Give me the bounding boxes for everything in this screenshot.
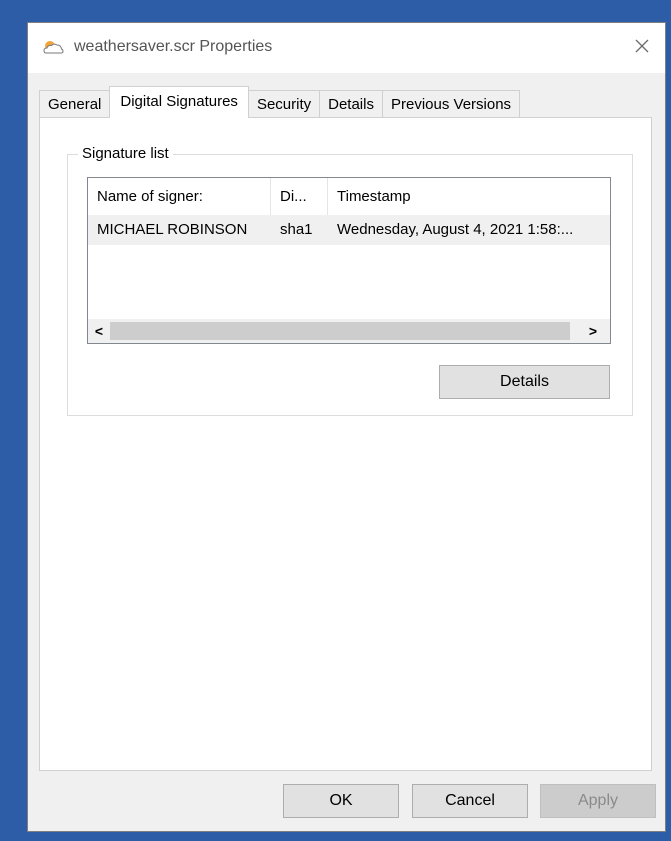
signer-name-cell: MICHAEL ROBINSON <box>97 221 248 238</box>
timestamp-cell: Wednesday, August 4, 2021 1:58:... <box>337 221 574 238</box>
column-header-signer[interactable]: Name of signer: <box>88 178 271 215</box>
weather-cloud-sun-icon <box>42 39 64 55</box>
close-button[interactable] <box>627 33 657 63</box>
signature-list-view[interactable]: Name of signer: Di... Timestamp MICHAEL … <box>87 177 611 344</box>
title-bar: weathersaver.scr Properties <box>28 23 665 73</box>
list-header: Name of signer: Di... Timestamp <box>88 178 610 215</box>
window-title: weathersaver.scr Properties <box>74 38 273 55</box>
tab-general[interactable]: General <box>39 90 111 118</box>
digest-cell: sha1 <box>280 221 313 238</box>
chevron-right-icon: > <box>588 323 598 339</box>
details-button[interactable]: Details <box>439 365 610 399</box>
tab-previous-versions[interactable]: Previous Versions <box>381 90 521 118</box>
signature-list-group: Signature list Name of signer: Di... Tim… <box>67 145 633 416</box>
ok-button[interactable]: OK <box>283 784 399 818</box>
tab-details[interactable]: Details <box>319 90 383 118</box>
scroll-left-button[interactable]: < <box>88 319 110 343</box>
column-header-digest[interactable]: Di... <box>271 178 328 215</box>
digital-signatures-panel: Signature list Name of signer: Di... Tim… <box>39 117 652 771</box>
scrollbar-thumb[interactable] <box>110 322 570 340</box>
cancel-button[interactable]: Cancel <box>412 784 528 818</box>
table-row[interactable]: MICHAEL ROBINSON sha1 Wednesday, August … <box>88 215 610 245</box>
horizontal-scrollbar[interactable]: < > <box>88 319 610 343</box>
properties-dialog: weathersaver.scr Properties General Digi… <box>27 22 666 832</box>
close-icon <box>634 38 650 58</box>
tab-security[interactable]: Security <box>247 90 321 118</box>
column-header-timestamp[interactable]: Timestamp <box>328 178 610 215</box>
tab-strip: General Digital Signatures Security Deta… <box>39 86 521 118</box>
chevron-left-icon: < <box>94 323 104 339</box>
scroll-right-button[interactable]: > <box>582 319 604 343</box>
apply-button[interactable]: Apply <box>540 784 656 818</box>
tab-digital-signatures[interactable]: Digital Signatures <box>109 86 249 118</box>
signature-list-label: Signature list <box>78 145 173 163</box>
